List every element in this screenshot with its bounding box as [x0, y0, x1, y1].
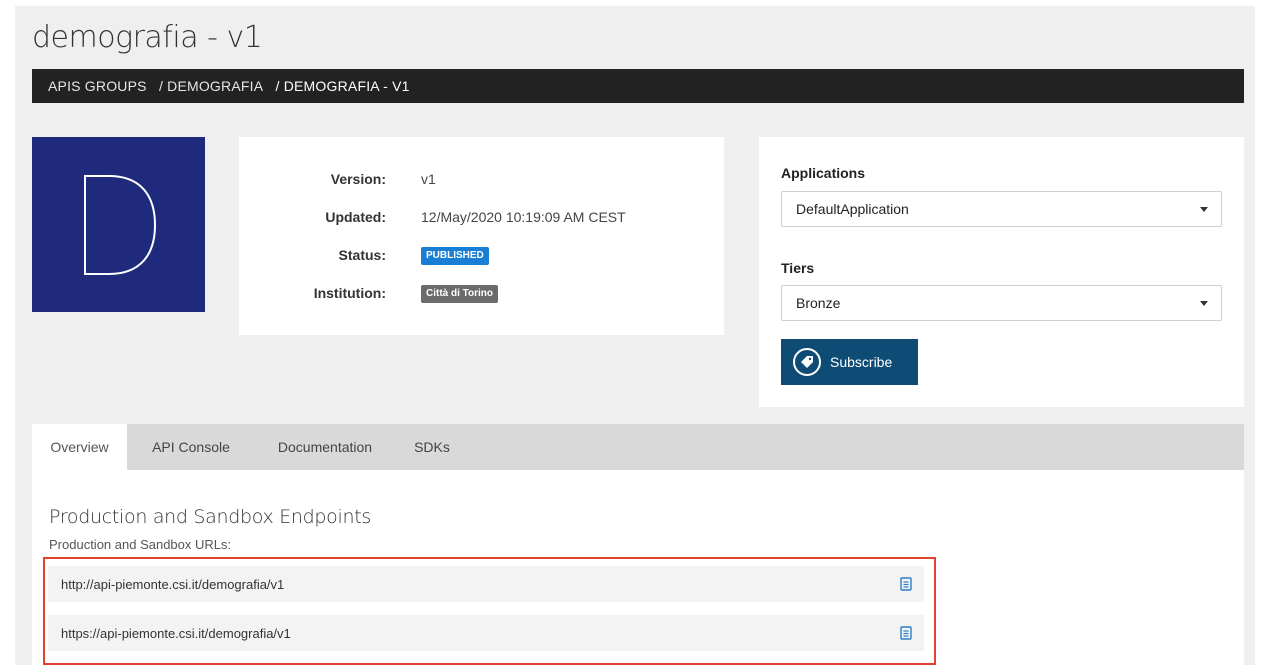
- tag-icon: [793, 348, 821, 376]
- status-value-wrap: PUBLISHED: [421, 245, 489, 265]
- applications-select[interactable]: DefaultApplication: [781, 191, 1222, 227]
- api-logo-letter: [83, 174, 156, 275]
- tab-documentation[interactable]: Documentation: [260, 424, 390, 470]
- page-title: demografia - v1: [32, 20, 263, 55]
- tabs-bar: Overview API Console Documentation SDKs: [32, 424, 1244, 470]
- status-label: Status:: [338, 247, 386, 263]
- institution-row: Institution: Città di Torino: [239, 281, 724, 305]
- chevron-down-icon: [1200, 301, 1208, 306]
- breadcrumb-item-current: / DEMOGRAFIA - V1: [275, 78, 410, 94]
- clipboard-icon[interactable]: [900, 577, 912, 591]
- institution-value-wrap: Città di Torino: [421, 283, 499, 303]
- api-info-card: Version: v1 Updated: 12/May/2020 10:19:0…: [239, 137, 724, 335]
- endpoints-subtitle: Production and Sandbox URLs:: [49, 537, 232, 552]
- version-label: Version:: [330, 171, 386, 187]
- subscribe-button[interactable]: Subscribe: [781, 339, 918, 385]
- endpoints-title: Production and Sandbox Endpoints: [49, 506, 371, 528]
- updated-label: Updated:: [325, 209, 386, 225]
- chevron-down-icon: [1200, 207, 1208, 212]
- tab-sdks[interactable]: SDKs: [402, 424, 462, 470]
- api-logo: [32, 137, 205, 312]
- tiers-selected-value: Bronze: [796, 295, 841, 311]
- applications-label: Applications: [781, 165, 866, 181]
- institution-label: Institution:: [313, 285, 386, 301]
- breadcrumb-item-demografia[interactable]: / DEMOGRAFIA: [159, 78, 263, 94]
- overview-panel: Production and Sandbox Endpoints Product…: [32, 470, 1244, 665]
- breadcrumb-spacer: [263, 78, 275, 94]
- endpoint-url[interactable]: http://api-piemonte.csi.it/demografia/v1: [61, 577, 284, 592]
- subscription-card: Applications DefaultApplication Tiers Br…: [759, 137, 1244, 407]
- breadcrumb-item-apis-groups[interactable]: APIS GROUPS: [48, 78, 147, 94]
- version-row: Version: v1: [239, 167, 724, 191]
- clipboard-icon[interactable]: [900, 626, 912, 640]
- tiers-select[interactable]: Bronze: [781, 285, 1222, 321]
- breadcrumb-spacer: [147, 78, 159, 94]
- updated-row: Updated: 12/May/2020 10:19:09 AM CEST: [239, 205, 724, 229]
- breadcrumb: APIS GROUPS / DEMOGRAFIA / DEMOGRAFIA - …: [32, 69, 1244, 103]
- endpoint-row: https://api-piemonte.csi.it/demografia/v…: [48, 615, 924, 651]
- status-badge: PUBLISHED: [421, 247, 489, 265]
- tab-api-console[interactable]: API Console: [132, 424, 250, 470]
- status-row: Status: PUBLISHED: [239, 243, 724, 267]
- tab-overview[interactable]: Overview: [32, 424, 127, 470]
- institution-badge: Città di Torino: [421, 285, 499, 303]
- applications-selected-value: DefaultApplication: [796, 201, 909, 217]
- version-value: v1: [421, 171, 436, 187]
- tiers-label: Tiers: [781, 260, 815, 276]
- endpoint-url[interactable]: https://api-piemonte.csi.it/demografia/v…: [61, 626, 291, 641]
- subscribe-label: Subscribe: [830, 354, 893, 370]
- endpoint-row: http://api-piemonte.csi.it/demografia/v1: [48, 566, 924, 602]
- updated-value: 12/May/2020 10:19:09 AM CEST: [421, 209, 626, 225]
